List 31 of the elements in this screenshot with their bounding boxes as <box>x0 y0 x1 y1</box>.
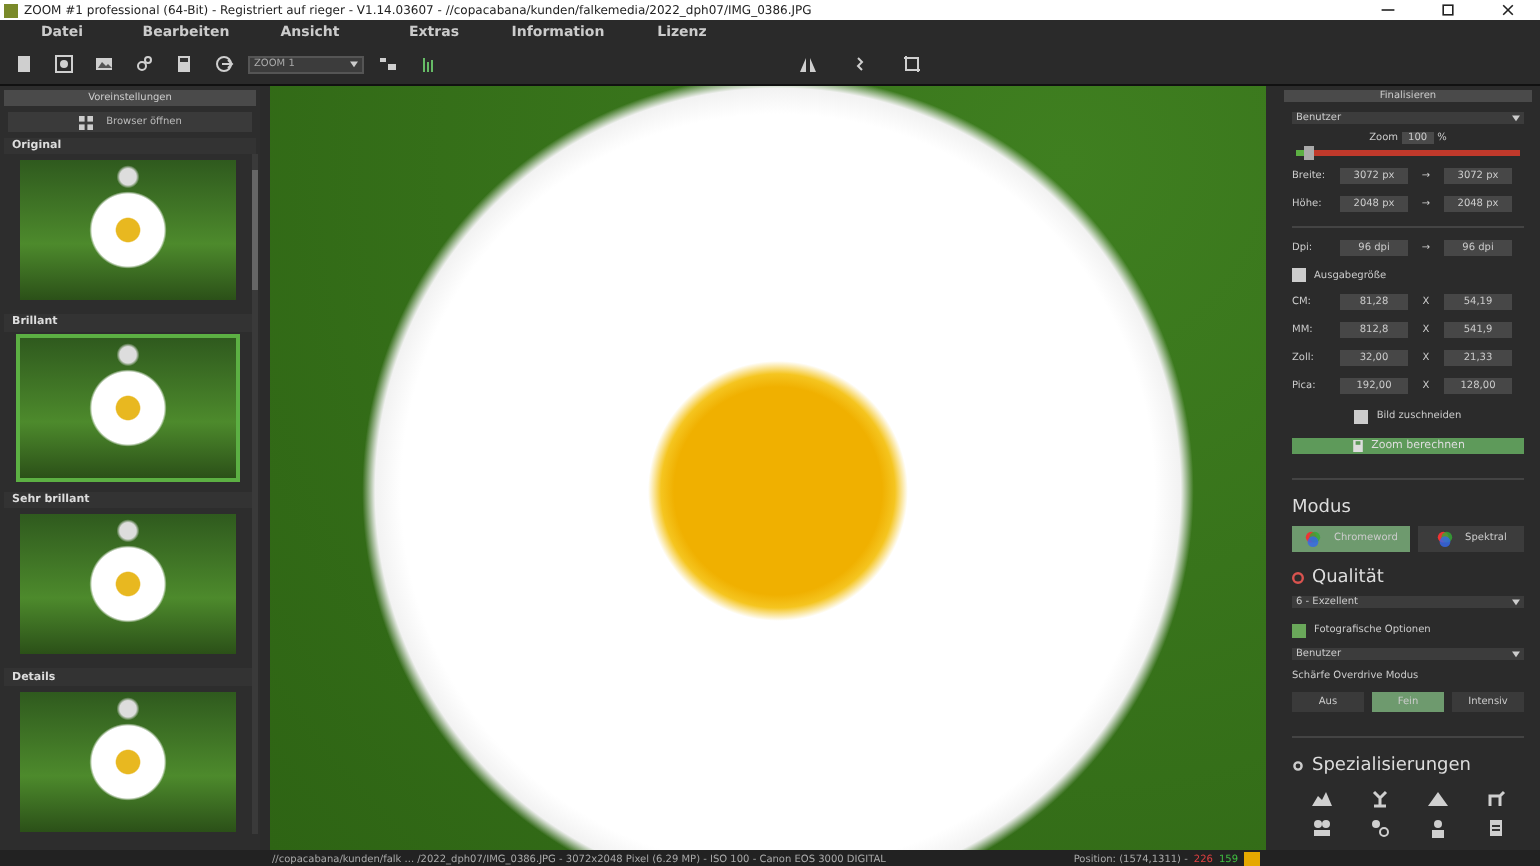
caret-icon <box>350 60 358 68</box>
checkbox[interactable] <box>1292 623 1306 638</box>
maximize-icon[interactable] <box>1440 2 1456 18</box>
checkbox[interactable] <box>1292 268 1306 283</box>
preset-thumbnail[interactable] <box>16 687 240 836</box>
caret-icon <box>1512 114 1520 122</box>
color-wheel-icon <box>1304 529 1322 548</box>
gear-icon <box>1292 760 1304 772</box>
color-wheel-icon <box>1435 529 1454 548</box>
person-icon <box>1427 818 1447 838</box>
section-title: Modus <box>1292 497 1353 518</box>
caret-icon <box>1512 597 1520 606</box>
group-icon <box>1311 818 1331 838</box>
quality-icon <box>1292 571 1304 584</box>
color-swatch <box>1244 851 1260 866</box>
landscape-icon <box>1311 788 1331 808</box>
section-title: Spezialisierungen <box>1312 756 1471 776</box>
document-icon <box>1485 818 1505 838</box>
close-icon[interactable] <box>1500 2 1516 18</box>
settings-icon <box>1369 818 1389 838</box>
save-icon <box>1351 439 1364 452</box>
caret-icon <box>1512 649 1520 658</box>
preset-thumbnail[interactable] <box>16 333 240 482</box>
zoom-slider[interactable] <box>1296 150 1520 156</box>
checkbox[interactable] <box>1354 409 1369 424</box>
tent-icon <box>1427 788 1447 808</box>
preset-thumbnail[interactable] <box>16 156 240 305</box>
section-title: Qualität <box>1312 567 1384 588</box>
preset-thumbnail[interactable] <box>16 510 240 659</box>
app-icon <box>4 3 18 17</box>
grid-icon <box>78 115 95 129</box>
